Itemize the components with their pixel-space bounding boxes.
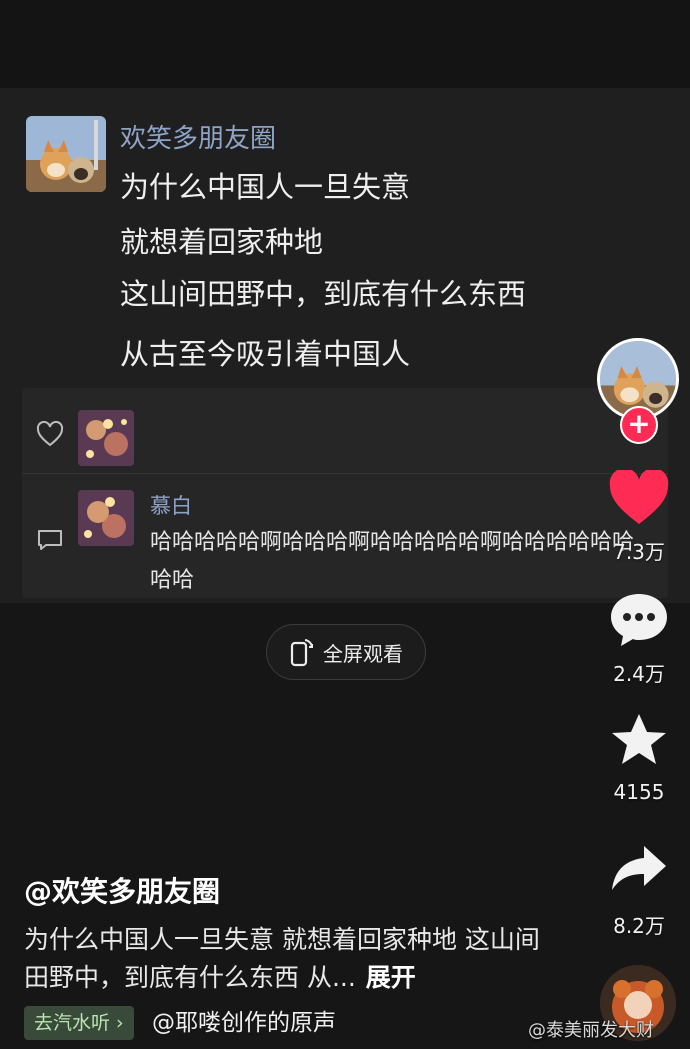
follow-button[interactable]: + (620, 406, 658, 444)
comment-count: 2.4万 (613, 662, 665, 686)
post-text-line: 从古至今吸引着中国人 (120, 337, 411, 371)
like-count: 7.3万 (613, 540, 665, 564)
caption-text: 为什么中国人一旦失意 就想着回家种地 这山间田野中，到底有什么东西 从... (24, 925, 540, 992)
listen-in-app-button[interactable]: 去汽水听 › (24, 1006, 134, 1040)
post-interactions: 慕白 哈哈哈哈哈啊哈哈哈啊哈哈哈哈哈啊哈哈哈哈哈哈哈哈 (22, 388, 668, 598)
video-author-handle[interactable]: @欢笑多朋友圈 (24, 870, 220, 910)
commenter-avatar (78, 490, 134, 546)
status-area (0, 0, 690, 88)
post-text-line: 为什么中国人一旦失意 (120, 170, 411, 204)
comment-text: 哈哈哈哈哈啊哈哈哈啊哈哈哈哈哈啊哈哈哈哈哈哈哈哈 (150, 530, 635, 593)
comment-outline-icon (38, 530, 62, 550)
share-arrow-icon[interactable] (608, 842, 670, 898)
video-caption: 为什么中国人一旦失意 就想着回家种地 这山间田野中，到底有什么东西 从... 展开 (24, 921, 544, 997)
comment-row: 慕白 哈哈哈哈哈啊哈哈哈啊哈哈哈哈哈啊哈哈哈哈哈哈哈哈 (22, 474, 668, 598)
like-heart-icon[interactable] (608, 470, 670, 526)
like-row (22, 388, 668, 474)
post-author-avatar (26, 116, 106, 192)
post-text-line: 就想着回家种地 (120, 225, 324, 259)
favorite-count: 4155 (613, 780, 665, 804)
video-content[interactable]: 欢笑多朋友圈 为什么中国人一旦失意 就想着回家种地 这山间田野中，到底有什么东西… (0, 88, 690, 603)
rotate-screen-icon (290, 639, 313, 667)
share-count: 8.2万 (613, 914, 665, 938)
heart-outline-icon (36, 421, 64, 447)
fullscreen-label: 全屏观看 (323, 641, 403, 666)
fullscreen-button[interactable]: 全屏观看 (266, 624, 426, 680)
post-text-line: 这山间田野中，到底有什么东西 (120, 277, 527, 311)
favorite-star-icon[interactable] (608, 712, 670, 768)
liker-avatar (78, 410, 134, 466)
weibo-watermark: @泰美丽发大财 (528, 1018, 654, 1044)
comment-bubble-icon[interactable] (608, 592, 670, 648)
commenter-name: 慕白 (150, 494, 192, 518)
watermark-text: @泰美丽发大财 (528, 1020, 654, 1041)
post-author-name: 欢笑多朋友圈 (120, 124, 277, 154)
sound-name[interactable]: @耶喽创作的原声 (152, 1006, 336, 1040)
expand-button[interactable]: 展开 (366, 963, 416, 992)
